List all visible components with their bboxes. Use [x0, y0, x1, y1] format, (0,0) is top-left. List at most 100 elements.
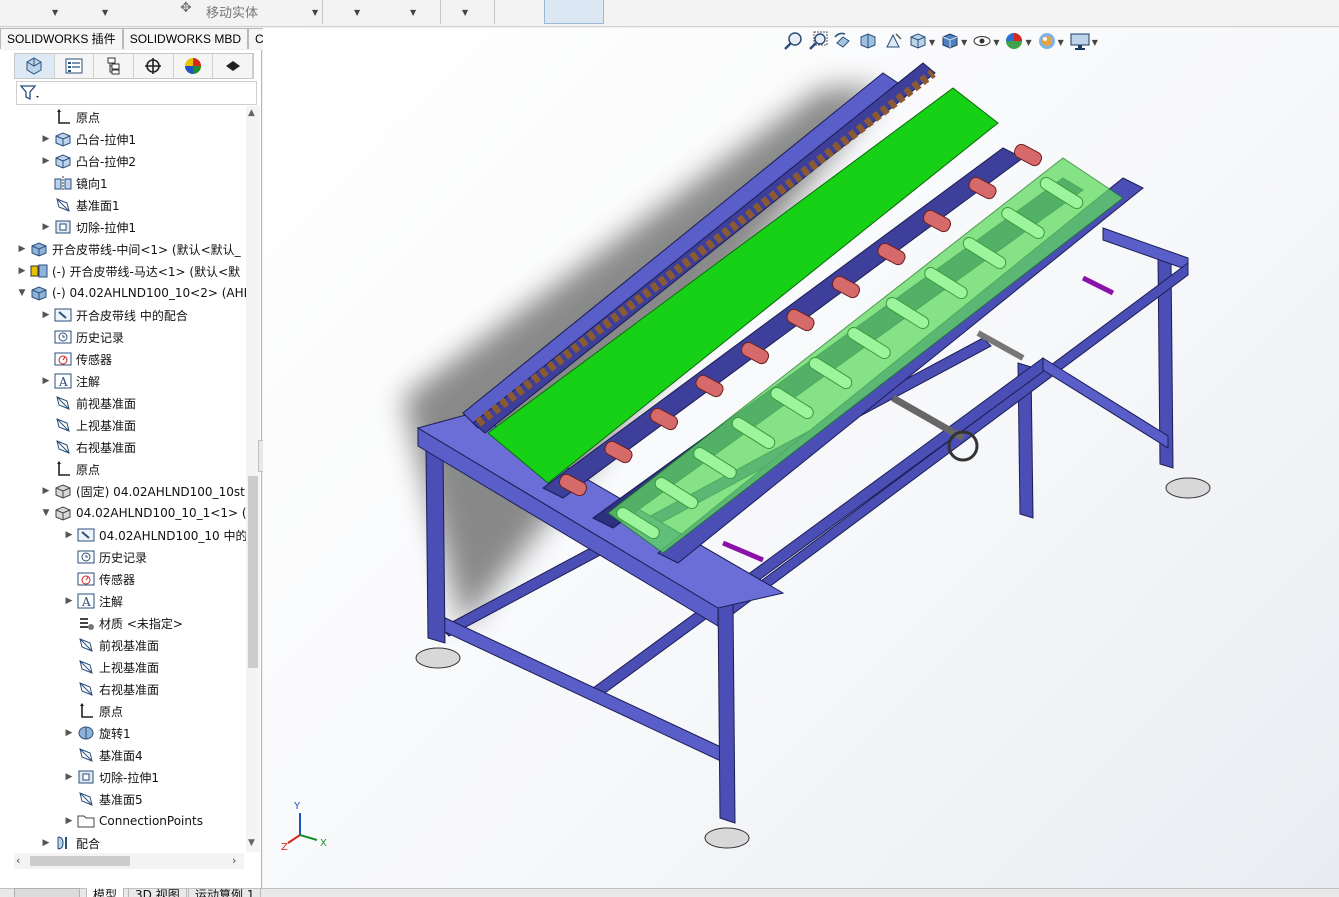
- tree-row[interactable]: ▶ 旋转1: [63, 722, 131, 744]
- tree-row[interactable]: ▶ 配合: [40, 832, 100, 851]
- tree-row[interactable]: 传感器: [40, 348, 112, 370]
- tree-row[interactable]: 原点: [40, 106, 100, 128]
- expand-arrow-icon[interactable]: ▶: [40, 376, 52, 386]
- plane-icon: [77, 791, 95, 807]
- move-body-icon[interactable]: ✥: [180, 0, 192, 16]
- chevron-down-icon[interactable]: ▼: [410, 8, 416, 17]
- expand-arrow-icon[interactable]: ▶: [63, 596, 75, 606]
- tree-vertical-scrollbar[interactable]: ▲ ▼: [246, 106, 260, 852]
- conveyor-3d-model[interactable]: Y Z X: [263, 28, 1339, 888]
- chevron-down-icon[interactable]: ▼: [102, 8, 108, 17]
- chevron-down-icon[interactable]: ▼: [354, 8, 360, 17]
- history-icon: [77, 549, 95, 565]
- collapse-arrow-icon[interactable]: ▼: [40, 508, 52, 518]
- chevron-down-icon[interactable]: ▼: [248, 838, 255, 848]
- expand-arrow-icon[interactable]: ▶: [40, 486, 52, 496]
- chevron-left-icon[interactable]: ‹: [16, 854, 20, 867]
- tree-row[interactable]: ▶ A 注解: [63, 590, 123, 612]
- expand-arrow-icon[interactable]: ▶: [40, 134, 52, 144]
- axis-label-y: Y: [293, 801, 301, 812]
- expand-arrow-icon[interactable]: ▶: [40, 156, 52, 166]
- tree-row-label: 04.02AHLND100_10_1<1> (: [76, 506, 246, 520]
- tree-row-label: 原点: [76, 462, 101, 477]
- tree-row-label: 原点: [99, 704, 124, 719]
- filter-icon[interactable]: [19, 84, 42, 106]
- tree-row[interactable]: ▶ 凸台-拉伸2: [40, 150, 136, 172]
- plane-icon: [77, 659, 95, 675]
- expand-arrow-icon[interactable]: ▶: [63, 530, 75, 540]
- tree-row[interactable]: 历史记录: [63, 546, 147, 568]
- tree-row[interactable]: ▶ A 注解: [40, 370, 100, 392]
- tree-row[interactable]: ▶ 凸台-拉伸1: [40, 128, 136, 150]
- display-manager-icon[interactable]: [174, 54, 214, 78]
- tree-row[interactable]: ▶ (固定) 04.02AHLND100_10st: [40, 480, 245, 502]
- annotation-icon: A: [77, 593, 95, 609]
- tree-row[interactable]: 基准面4: [63, 744, 143, 766]
- tree-row[interactable]: 上视基准面: [40, 414, 136, 436]
- scrollbar-thumb[interactable]: [30, 856, 130, 866]
- tab-solidworks-addins[interactable]: SOLIDWORKS 插件: [0, 28, 123, 49]
- tab-motion-study-1[interactable]: 运动算例 1: [188, 888, 262, 897]
- tree-row[interactable]: ▶ 切除-拉伸1: [40, 216, 136, 238]
- tree-horizontal-scrollbar[interactable]: ‹ ›: [14, 853, 244, 869]
- chevron-up-icon[interactable]: ▲: [248, 108, 255, 118]
- tree-row[interactable]: 材质 <未指定>: [63, 612, 183, 634]
- tree-filter[interactable]: [16, 81, 257, 105]
- origin-icon: [77, 703, 95, 719]
- expand-arrow-icon[interactable]: ▶: [40, 838, 52, 848]
- tree-row-label: 原点: [76, 110, 101, 125]
- tab-solidworks-mbd[interactable]: SOLIDWORKS MBD: [122, 28, 249, 49]
- tree-row[interactable]: ▶ 切除-拉伸1: [63, 766, 159, 788]
- sensor-icon: [54, 351, 72, 367]
- tree-row[interactable]: 前视基准面: [40, 392, 136, 414]
- scrollbar-thumb[interactable]: [248, 476, 258, 668]
- move-body-label[interactable]: 移动实体: [206, 2, 258, 21]
- graphics-viewport[interactable]: ▼ ▼ ▼ ▼ ▼ ▼ Y Z X: [263, 28, 1339, 888]
- feature-manager-icon[interactable]: [15, 54, 55, 78]
- feature-tree: 原点 ▶ 凸台-拉伸1 ▶ 凸台-拉伸2 镜向1 基准面1 ▶ 切除-拉伸1 ▶ 开合皮带线-中间<…: [0, 106, 246, 850]
- tab-model[interactable]: 模型: [86, 888, 125, 897]
- expand-arrow-icon[interactable]: ▶: [63, 816, 75, 826]
- tree-row[interactable]: 历史记录: [40, 326, 124, 348]
- cam-icon[interactable]: [213, 54, 254, 78]
- expand-arrow-icon[interactable]: ▶: [63, 772, 75, 782]
- chevron-down-icon[interactable]: ▼: [462, 8, 468, 17]
- tree-row[interactable]: 右视基准面: [63, 678, 159, 700]
- tree-row[interactable]: ▶ 开合皮带线 中的配合: [40, 304, 188, 326]
- tree-row[interactable]: ▼ 04.02AHLND100_10_1<1> (: [40, 502, 246, 524]
- expand-arrow-icon[interactable]: ▶: [40, 222, 52, 232]
- property-manager-icon[interactable]: [55, 54, 95, 78]
- expand-arrow-icon[interactable]: ▶: [63, 728, 75, 738]
- chevron-right-icon[interactable]: ›: [232, 854, 236, 867]
- tree-row[interactable]: 右视基准面: [40, 436, 136, 458]
- expand-arrow-icon[interactable]: ▶: [16, 266, 28, 276]
- tree-row[interactable]: 上视基准面: [63, 656, 159, 678]
- annotation-icon: A: [54, 373, 72, 389]
- tree-row[interactable]: ▶ 04.02AHLND100_10 中的: [63, 524, 246, 546]
- tree-row[interactable]: ▶ 开合皮带线-中间<1> (默认<默认_: [16, 238, 241, 260]
- tree-row[interactable]: 镜向1: [40, 172, 108, 194]
- collapse-arrow-icon[interactable]: ▼: [16, 288, 28, 298]
- tree-row[interactable]: 原点: [63, 700, 123, 722]
- expand-arrow-icon[interactable]: ▶: [40, 310, 52, 320]
- tree-row[interactable]: 原点: [40, 458, 100, 480]
- expand-arrow-icon[interactable]: ▶: [16, 244, 28, 254]
- tree-row[interactable]: ▶ (-) 开合皮带线-马达<1> (默认<默: [16, 260, 240, 282]
- tree-row[interactable]: 前视基准面: [63, 634, 159, 656]
- tab-3d-views[interactable]: 3D 视图: [128, 888, 187, 897]
- tab-scroll-buttons[interactable]: [14, 888, 80, 897]
- tree-row[interactable]: 传感器: [63, 568, 135, 590]
- tree-row[interactable]: 基准面5: [63, 788, 143, 810]
- tree-row[interactable]: ▼ (-) 04.02AHLND100_10<2> (AHI: [16, 282, 246, 304]
- configuration-manager-icon[interactable]: [94, 54, 135, 78]
- chevron-down-icon[interactable]: ▼: [52, 8, 58, 17]
- history-icon: [54, 329, 72, 345]
- cut-extrude-icon: [77, 769, 95, 785]
- active-ribbon-button[interactable]: [544, 0, 604, 24]
- chevron-down-icon[interactable]: ▼: [312, 8, 318, 17]
- tree-row[interactable]: 基准面1: [40, 194, 120, 216]
- tree-row[interactable]: ▶ ConnectionPoints: [63, 810, 203, 832]
- tree-row-label: ConnectionPoints: [99, 814, 203, 828]
- tree-row-label: 右视基准面: [76, 440, 137, 455]
- dimxpert-icon[interactable]: [134, 54, 174, 78]
